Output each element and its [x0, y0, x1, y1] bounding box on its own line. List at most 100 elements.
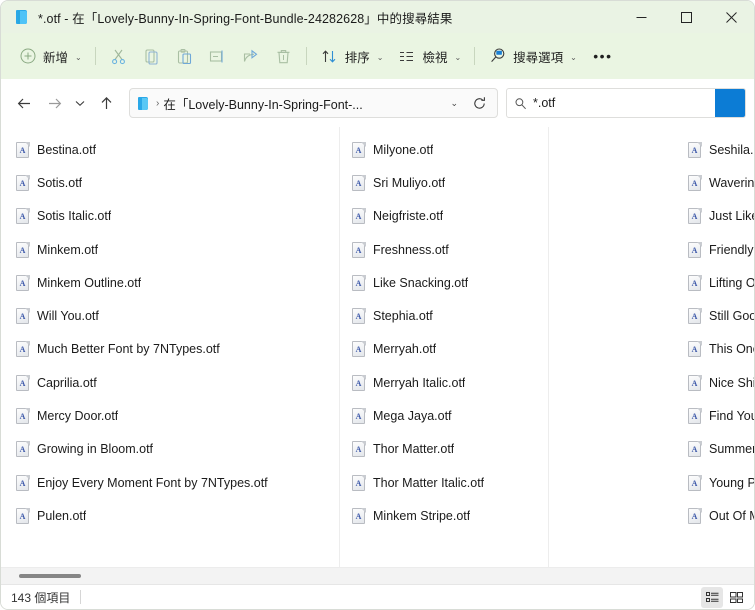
search-input[interactable]: [533, 96, 715, 110]
file-name-label: Summer Rain.otf: [709, 442, 754, 457]
details-view-toggle[interactable]: [701, 586, 723, 608]
file-list-item[interactable]: A Bestina.otf: [1, 133, 337, 166]
search-options-button[interactable]: 搜尋選項 ⌄: [481, 41, 584, 71]
close-button[interactable]: [709, 1, 754, 33]
file-list-item[interactable]: A Minkem Outline.otf: [1, 266, 337, 299]
file-list-item[interactable]: A Minkem.otf: [1, 233, 337, 266]
address-bar[interactable]: › 在「Lovely-Bunny-In-Spring-Font-... ⌄: [129, 88, 498, 118]
file-list-item[interactable]: A Out Of Mint Font by 7NTypes.otf: [673, 499, 754, 532]
sort-button[interactable]: 排序 ⌄: [313, 41, 391, 71]
file-list-item[interactable]: A Just Like That.otf: [673, 200, 754, 233]
forward-button[interactable]: [39, 88, 69, 118]
file-list-item[interactable]: A Much Better Font by 7NTypes.otf: [1, 333, 337, 366]
otf-font-file-icon: A: [351, 308, 367, 325]
minimize-button[interactable]: [619, 1, 664, 33]
plus-circle-icon: [18, 47, 37, 66]
otf-font-file-icon: A: [351, 208, 367, 225]
rename-button[interactable]: [201, 41, 234, 71]
file-list-item[interactable]: A Wavering.otf: [673, 166, 754, 199]
address-chevron-down-icon[interactable]: ⌄: [442, 98, 466, 109]
delete-button[interactable]: [267, 41, 300, 71]
search-options-icon: [488, 47, 507, 66]
horizontal-scrollbar[interactable]: [1, 567, 754, 584]
file-list-item[interactable]: A Growing in Bloom.otf: [1, 433, 337, 466]
otf-font-file-icon: A: [687, 174, 703, 191]
navigation-bar: › 在「Lovely-Bunny-In-Spring-Font-... ⌄: [1, 79, 754, 127]
file-list-item[interactable]: A Pulen.otf: [1, 499, 337, 532]
file-list-item[interactable]: A This One Will Pass.otf: [673, 333, 754, 366]
file-list-item[interactable]: A Find Your Purpose.otf: [673, 399, 754, 432]
file-list-item[interactable]: A Thor Matter.otf: [337, 433, 673, 466]
address-folder-icon: [136, 96, 151, 111]
file-name-label: Like Snacking.otf: [373, 275, 469, 290]
file-list-item[interactable]: A Stephia.otf: [337, 299, 673, 332]
file-name-label: Just Like That.otf: [709, 209, 754, 224]
otf-font-file-icon: A: [351, 441, 367, 458]
cut-button[interactable]: [102, 41, 135, 71]
file-list-item[interactable]: A Young Pineapple.otf: [673, 466, 754, 499]
share-icon: [241, 47, 260, 66]
paste-button[interactable]: [168, 41, 201, 71]
otf-font-file-icon: A: [15, 507, 31, 524]
status-divider: [80, 590, 82, 604]
file-list-item[interactable]: A Caprilia.otf: [1, 366, 337, 399]
file-list-item[interactable]: A Summer Rain.otf: [673, 433, 754, 466]
otf-font-file-icon: A: [351, 408, 367, 425]
rename-icon: [208, 47, 227, 66]
file-list-item[interactable]: A Like Snacking.otf: [337, 266, 673, 299]
file-name-label: Merryah Italic.otf: [373, 375, 466, 390]
file-list-item[interactable]: A Minkem Stripe.otf: [337, 499, 673, 532]
search-box[interactable]: [506, 88, 746, 118]
file-name-label: Merryah.otf: [373, 342, 437, 357]
up-button[interactable]: [91, 88, 121, 118]
search-options-label: 搜尋選項: [513, 50, 564, 65]
large-icons-view-toggle[interactable]: [725, 587, 747, 608]
otf-font-file-icon: A: [351, 174, 367, 191]
otf-font-file-icon: A: [687, 308, 703, 325]
file-list-item[interactable]: A Mercy Door.otf: [1, 399, 337, 432]
file-list-item[interactable]: A Sotis.otf: [1, 166, 337, 199]
file-list-item[interactable]: A Neigfriste.otf: [337, 200, 673, 233]
file-list-item[interactable]: A Thor Matter Italic.otf: [337, 466, 673, 499]
file-name-label: Nice Shine.otf: [709, 375, 754, 390]
otf-font-file-icon: A: [15, 174, 31, 191]
more-options-button[interactable]: •••: [588, 41, 618, 71]
new-button[interactable]: 新增 ⌄: [11, 41, 89, 71]
refresh-button[interactable]: [466, 96, 493, 111]
file-list-item[interactable]: A Freshness.otf: [337, 233, 673, 266]
otf-font-file-icon: A: [15, 141, 31, 158]
file-list-item[interactable]: A Merryah.otf: [337, 333, 673, 366]
file-list-item[interactable]: A Nice Shine.otf: [673, 366, 754, 399]
file-list-item[interactable]: A Will You.otf: [1, 299, 337, 332]
copy-button[interactable]: [135, 41, 168, 71]
share-button[interactable]: [234, 41, 267, 71]
file-list-item[interactable]: A Mega Jaya.otf: [337, 399, 673, 432]
file-list-item[interactable]: A Still Good.otf: [673, 299, 754, 332]
item-count-label: 143 個項目: [11, 590, 71, 605]
breadcrumb: 在「Lovely-Bunny-In-Spring-Font-...: [163, 97, 363, 112]
file-list-item[interactable]: A Seshila.otf: [673, 133, 754, 166]
view-button[interactable]: 檢視 ⌄: [390, 41, 468, 71]
chevron-down-icon: ⌄: [454, 52, 462, 62]
file-list-item[interactable]: A Merryah Italic.otf: [337, 366, 673, 399]
file-name-label: Find Your Purpose.otf: [709, 409, 754, 424]
file-list-item[interactable]: A Milyone.otf: [337, 133, 673, 166]
file-name-label: Lifting Others.otf: [709, 275, 754, 290]
scissors-icon: [109, 47, 128, 66]
chevron-down-icon: ⌄: [570, 52, 577, 62]
otf-font-file-icon: A: [687, 208, 703, 225]
sort-icon: [320, 47, 339, 66]
file-list-item[interactable]: A Enjoy Every Moment Font by 7NTypes.otf: [1, 466, 337, 499]
file-list-item[interactable]: A Lifting Others.otf: [673, 266, 754, 299]
file-list-item[interactable]: A Friendly Neighbor.otf: [673, 233, 754, 266]
file-list-item[interactable]: A Sri Muliyo.otf: [337, 166, 673, 199]
file-list-item[interactable]: A Sotis Italic.otf: [1, 200, 337, 233]
file-list-area: A Bestina.otf A Sotis.otf A Sotis Italic.otf A…: [1, 127, 754, 567]
horizontal-scrollbar-thumb[interactable]: [19, 574, 81, 578]
file-name-label: Pulen.otf: [37, 508, 87, 523]
otf-font-file-icon: A: [15, 341, 31, 358]
search-submit-button[interactable]: [715, 89, 745, 117]
maximize-button[interactable]: [664, 1, 709, 33]
recent-locations-button[interactable]: [69, 88, 91, 118]
back-button[interactable]: [9, 88, 39, 118]
